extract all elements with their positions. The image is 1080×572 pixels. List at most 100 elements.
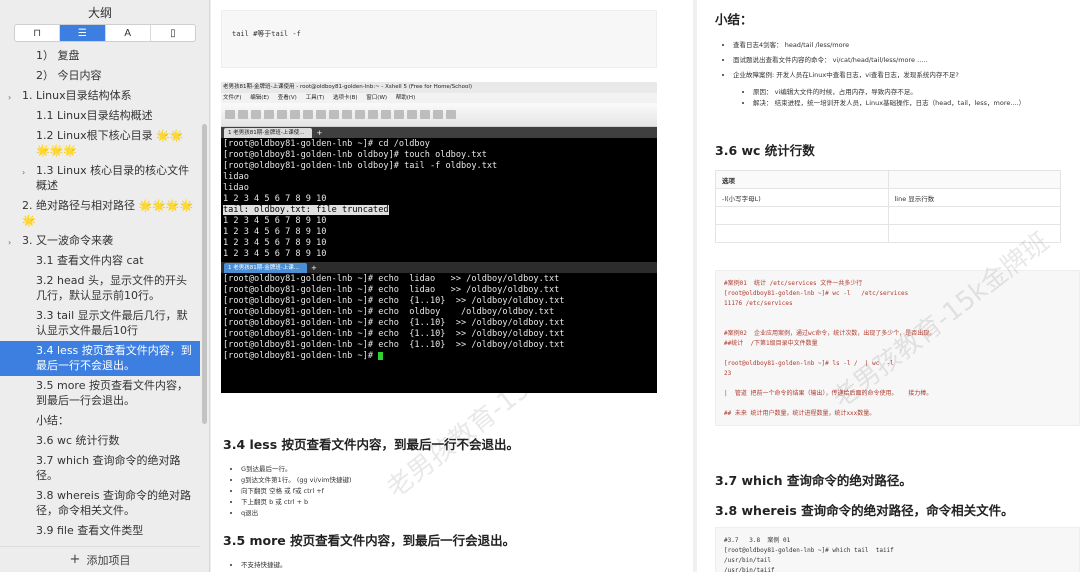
outline-item-label: 3.4 less 按页查看文件内容，到最后一行不会退出。 (36, 344, 192, 372)
table-row (715, 224, 1061, 243)
xshell-menubar: 文件(F) 编辑(E) 查看(V) 工具(T) 选项卡(B) 窗口(W) 帮助(… (221, 93, 657, 103)
list-item: 下上翻页 b 或 ctrl + b (241, 497, 352, 508)
outline-item[interactable]: 3.4 less 按页查看文件内容，到最后一行不会退出。 (0, 341, 200, 376)
outline-item[interactable]: 3.9 file 查看文件类型 (0, 521, 200, 541)
terminal-line: 1 2 3 4 5 6 7 8 9 10 (223, 249, 327, 259)
code-line: 11176 /etc/services (724, 300, 793, 307)
terminal-line: [root@oldboy81-golden-lnb ~]# echo {1..1… (223, 318, 565, 328)
terminal-line: [root@oldboy81-golden-lnb oldboy]# tail … (223, 161, 498, 171)
code-line: ## 未来 统计用户数量，统计进程数量，统计xxx数量。 (724, 410, 876, 417)
outline-item[interactable]: 3.5 more 按页查看文件内容，到最后一行会退出。 (0, 376, 200, 411)
outline-item[interactable]: 3.2 head 头，显示文件的开头几行，默认显示前10行。 (0, 271, 200, 306)
chevron-right-icon[interactable]: › (8, 235, 11, 250)
outline-item-label: 3.3 tail 显示文件最后几行，默认显示文件最后10行 (36, 309, 188, 337)
terminal-pane-1: [root@oldboy81-golden-lnb ~]# cd /oldboy… (221, 138, 657, 262)
menu-item: 编辑(E) (250, 95, 269, 101)
outline-item-label: 3.9 file 查看文件类型 (36, 524, 144, 537)
more-bullets: 不支持快捷键。 (231, 560, 287, 571)
outline-item[interactable]: › 3. 又一波命令来袭 (0, 231, 200, 251)
terminal-line: [root@oldboy81-golden-lnb ~]# cd /oldboy (223, 139, 430, 149)
outline-item[interactable]: › 1. Linux目录结构体系 (0, 86, 200, 106)
xshell-tabbar-1: 1 老男孩81期-金牌班-上课使... + (221, 127, 657, 138)
outline-item[interactable]: 2. 绝对路径与相对路径 🌟🌟🌟🌟🌟 (0, 196, 200, 231)
annotation-tab[interactable]: A (106, 25, 151, 41)
terminal-line: [root@oldboy81-golden-lnb ~]# echo lidao… (223, 274, 560, 284)
chevron-right-icon[interactable]: › (22, 165, 25, 180)
sidebar-scrollbar[interactable] (202, 124, 207, 424)
heading-whereis: 3.8 whereis 查询命令的绝对路径，命令相关文件。 (715, 503, 1014, 518)
list-item: 向下翻页 空格 或 f或 ctrl +f (241, 486, 352, 497)
outline-item[interactable]: 3.1 查看文件内容 cat (0, 251, 200, 271)
outline-item[interactable]: 3.6 wc 统计行数 (0, 431, 200, 451)
document-viewer: 大纲 ⊓ ☰ A ▯ 1） 复盘 2） 今日内容 › 1. Linux目录结构体系 1.… (0, 0, 1080, 572)
list-item: 企业故障案例: 开发人员在Linux中查看日志，vi查看日志，发现系统内存不足? (733, 70, 1063, 81)
menu-item: 工具(T) (305, 95, 325, 101)
heading-more: 3.5 more 按页查看文件内容，到最后一行会退出。 (223, 533, 516, 548)
menu-item: 窗口(W) (366, 95, 388, 101)
outline-item-label: 1. Linux目录结构体系 (22, 89, 132, 102)
list-item: 原因： vi编辑大文件的时候，占用内存，导致内存不足。 (753, 87, 1073, 98)
code-line: [root@oldboy81-golden-lnb ~]# which tail… (724, 547, 894, 554)
terminal-line: lidao (223, 183, 249, 193)
summary-sub-bullets: 原因： vi编辑大文件的时候，占用内存，导致内存不足。解决： 结束进程，统一培训… (743, 87, 1073, 109)
outline-tab[interactable]: ☰ (60, 25, 106, 41)
code-line: tail #等于tail -f (232, 30, 301, 38)
outline-item[interactable]: 1.2 Linux根下核心目录 🌟🌟🌟🌟🌟 (0, 126, 200, 161)
table-cell: -l(小写字母L) (715, 188, 889, 207)
terminal-line: [root@oldboy81-golden-lnb ~]# echo {1..1… (223, 340, 565, 350)
terminal-line: 1 2 3 4 5 6 7 8 9 10 (223, 238, 327, 248)
terminal-line: lidao (223, 172, 249, 182)
outline-item[interactable]: 3.3 tail 显示文件最后几行，默认显示文件最后10行 (0, 306, 200, 341)
outline-item-label: 2） 今日内容 (36, 69, 102, 82)
table-cell (887, 206, 1061, 225)
table-row: 选项 (715, 170, 1061, 189)
outline-item[interactable]: 3.8 whereis 查询命令的绝对路径，命令相关文件。 (0, 486, 200, 521)
outline-item[interactable]: 1） 复盘 (0, 46, 200, 66)
outline-item[interactable]: 小结： (0, 411, 200, 431)
outline-item-label: 小结： (36, 414, 69, 427)
code-block-which: #3.7 3.8 案例 01 [root@oldboy81-golden-lnb … (715, 527, 1080, 572)
list-item: 解决： 结束进程，统一培训开发人员，Linux基础操作，日志（head，tail… (753, 98, 1073, 109)
outline-list: 1） 复盘 2） 今日内容 › 1. Linux目录结构体系 1.1 Linux目录结构… (0, 46, 200, 544)
sidebar-title: 大纲 (87, 6, 112, 20)
xshell-screenshot: 老男孩81期-金牌班-上课使用 - root@oldboy81-golden-l… (221, 82, 657, 393)
cursor-icon (378, 351, 384, 360)
list-item: 查看日志4剑客： head/tail /less/more (733, 40, 1063, 51)
outline-item-label: 1） 复盘 (36, 49, 80, 62)
terminal-line: 1 2 3 4 5 6 7 8 9 10 (223, 194, 327, 204)
outline-item[interactable]: 2） 今日内容 (0, 66, 200, 86)
outline-item-label: 3.5 more 按页查看文件内容，到最后一行会退出。 (36, 379, 188, 407)
thumbnail-tab[interactable]: ▯ (151, 25, 195, 41)
outline-item-label: 3. 又一波命令来袭 (22, 234, 113, 247)
terminal-pane-2: [root@oldboy81-golden-lnb ~]# echo lidao… (221, 273, 657, 373)
session-tab: 1 老男孩81期-金牌班-上课... (224, 263, 307, 273)
code-block-wc: #案例01 统计 /etc/services 文件一共多少行 [root@oldb… (715, 270, 1080, 426)
bookmark-tab[interactable]: ⊓ (15, 25, 61, 41)
list-item: 面试题说出查看文件内容的命令： vi/cat/head/tail/less/mo… (733, 55, 1063, 66)
list-item: q退出 (241, 508, 352, 519)
outline-item[interactable]: › 1.3 Linux 核心目录的核心文件概述 (0, 161, 200, 196)
code-line: #案例01 统计 /etc/services 文件一共多少行 (724, 280, 863, 287)
wc-options-table: 选项 -l(小写字母L) line 显示行数 (715, 170, 1061, 243)
heading-summary: 小结： (715, 12, 753, 27)
terminal-line: 1 2 3 4 5 6 7 8 9 10 (223, 216, 327, 226)
outline-item[interactable]: 3.7 which 查询命令的绝对路径。 (0, 451, 200, 486)
outline-item[interactable]: 1.1 Linux目录结构概述 (0, 106, 200, 126)
list-item: G到达最后一行。 (241, 464, 352, 475)
add-item-button[interactable]: + 添加项目 (0, 546, 200, 572)
table-cell: 选项 (715, 170, 889, 189)
code-line: /usr/bin/tail (724, 557, 771, 564)
add-item-label: 添加项目 (86, 553, 131, 567)
plus-icon: + (69, 552, 81, 567)
outline-item-label: 2. 绝对路径与相对路径 🌟🌟🌟🌟🌟 (22, 199, 194, 227)
sidebar-tabs: ⊓ ☰ A ▯ (14, 24, 196, 42)
outline-sidebar: 大纲 ⊓ ☰ A ▯ 1） 复盘 2） 今日内容 › 1. Linux目录结构体系 1.… (0, 0, 210, 572)
plus-icon: + (310, 264, 317, 272)
table-cell (715, 224, 889, 243)
code-line: [root@oldboy81-golden-lnb ~]# ls -l / | … (724, 360, 894, 367)
code-line: | 管道 把前一个命令的结果（输出），传递给后面的命令使用。 接力棒。 (724, 390, 933, 397)
chevron-right-icon[interactable]: › (8, 90, 11, 105)
